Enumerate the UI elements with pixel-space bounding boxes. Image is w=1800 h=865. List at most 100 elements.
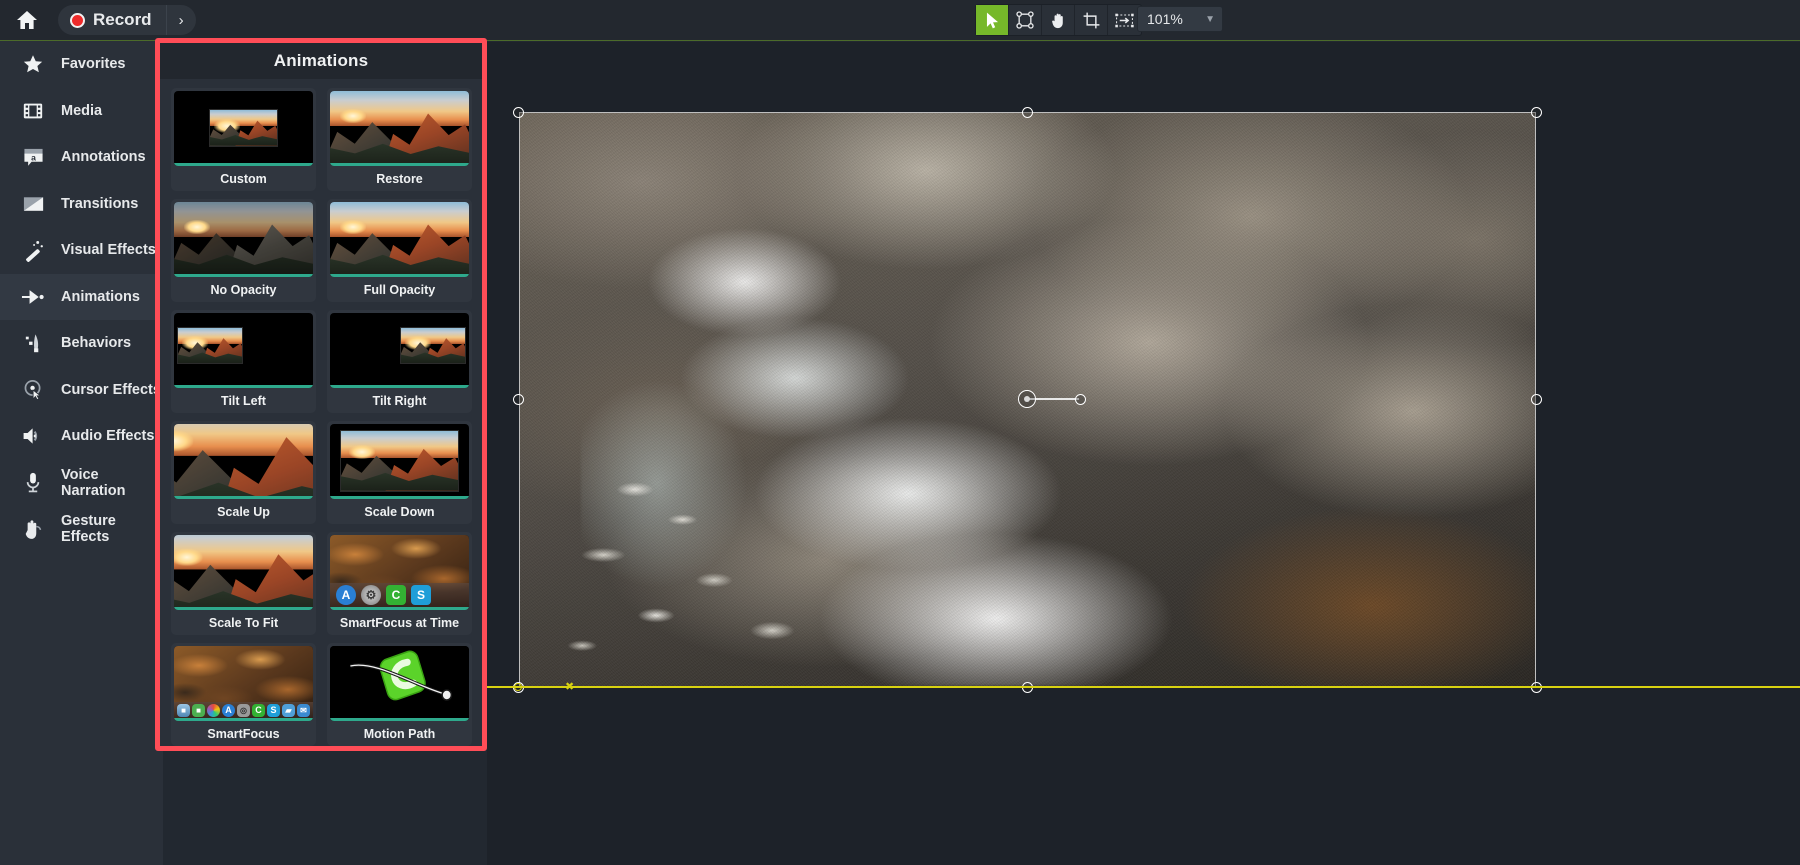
animation-thumb <box>330 424 469 499</box>
animation-thumb: ■ ■ A ◎ C S ▰ ✉ <box>174 646 313 721</box>
handle-middle-right[interactable] <box>1530 393 1542 405</box>
animation-accent-bar <box>330 718 469 721</box>
alignment-guide-horizontal <box>487 686 1800 688</box>
animation-item-smartfocus-at-time[interactable]: A ⚙ C S SmartFocus at Time <box>327 532 472 635</box>
magic-wand-icon <box>16 235 50 265</box>
sidebar-item-annotations[interactable]: a Annotations <box>0 134 163 181</box>
motion-path-artwork <box>330 646 469 721</box>
animation-accent-bar <box>174 607 313 610</box>
mountain-artwork <box>209 110 278 146</box>
animation-item-no-opacity[interactable]: No Opacity <box>171 199 316 302</box>
dock-strip: A ⚙ C S <box>330 583 469 607</box>
animation-item-custom[interactable]: Custom <box>171 88 316 191</box>
dock-strip: ■ ■ A ◎ C S ▰ ✉ <box>174 702 313 718</box>
panel-title-label: Animations <box>273 51 369 70</box>
chevron-right-icon: › <box>178 11 184 29</box>
star-icon <box>16 49 50 79</box>
sidebar-item-audio-effects[interactable]: Audio Effects <box>0 413 163 460</box>
record-button-label: Record <box>93 10 152 29</box>
folder-icon: ▰ <box>282 703 295 717</box>
sidebar-item-gesture-effects[interactable]: Gesture Effects <box>0 506 163 553</box>
animation-label: No Opacity <box>210 282 277 297</box>
animation-item-tilt-left[interactable]: Tilt Left <box>171 310 316 413</box>
animation-label: Custom <box>220 171 267 186</box>
mountain-artwork <box>174 202 313 277</box>
zoom-level-value: 101% <box>1147 11 1183 27</box>
filmstrip-icon <box>16 96 50 126</box>
sidebar-item-transitions[interactable]: Transitions <box>0 181 163 228</box>
record-options-button[interactable]: › <box>165 5 196 35</box>
animation-item-restore[interactable]: Restore <box>327 88 472 191</box>
home-icon <box>17 11 37 29</box>
select-tool[interactable] <box>976 5 1009 35</box>
sidebar-item-favorites[interactable]: Favorites <box>0 41 163 88</box>
animation-accent-bar <box>174 496 313 499</box>
mountain-artwork <box>400 327 466 363</box>
guide-anchor-marker <box>514 683 522 691</box>
animation-label: Restore <box>376 171 423 186</box>
hand-tool[interactable] <box>1042 5 1075 35</box>
sidebar-item-label: Favorites <box>61 56 126 73</box>
animation-label: Scale To Fit <box>208 615 279 630</box>
mail-icon: ✉ <box>297 703 310 717</box>
handle-middle-left[interactable] <box>512 393 524 405</box>
rotation-anchor[interactable] <box>1018 390 1036 408</box>
animation-item-motion-path[interactable]: Motion Path <box>327 643 472 746</box>
animation-thumb <box>174 535 313 610</box>
handle-top-left[interactable] <box>512 106 524 118</box>
sidebar-item-visual-effects[interactable]: Visual Effects <box>0 227 163 274</box>
animation-thumb <box>174 313 313 388</box>
rotation-handle[interactable] <box>1074 393 1086 405</box>
anchor-points-icon <box>1016 11 1034 29</box>
mountain-artwork <box>330 91 469 166</box>
sidebar-item-animations[interactable]: Animations <box>0 273 163 320</box>
animation-accent-bar <box>174 718 313 721</box>
animations-panel: Animations Custom Restore No Opacity Ful… <box>160 43 482 746</box>
record-dot-icon <box>70 12 85 28</box>
animation-item-scale-down[interactable]: Scale Down <box>327 421 472 524</box>
sidebar-item-voice-narration[interactable]: Voice Narration <box>0 460 163 507</box>
system-prefs-icon: ⚙ <box>361 585 381 605</box>
microphone-icon <box>16 468 50 498</box>
animation-item-smartfocus[interactable]: ■ ■ A ◎ C S ▰ ✉ SmartFocus <box>171 643 316 746</box>
handle-top-right[interactable] <box>1530 106 1542 118</box>
messages-icon: ■ <box>192 703 205 717</box>
sidebar-item-behaviors[interactable]: Behaviors <box>0 320 163 367</box>
app-store-icon: A <box>336 585 356 605</box>
arrow-motion-icon <box>16 282 50 312</box>
home-button[interactable] <box>0 0 54 41</box>
animation-label: Tilt Left <box>221 393 266 408</box>
sidebar-item-media[interactable]: Media <box>0 88 163 135</box>
animation-accent-bar <box>330 385 469 388</box>
animation-accent-bar <box>330 607 469 610</box>
sidebar-item-cursor-effects[interactable]: Cursor Effects <box>0 367 163 414</box>
left-sidebar: Favorites Media a Annotations Transition… <box>0 41 163 865</box>
camtasia-icon: C <box>386 585 406 605</box>
sidebar-item-label: Transitions <box>61 195 139 212</box>
panel-title: Animations <box>160 43 482 79</box>
handle-top-center[interactable] <box>1021 106 1033 118</box>
animation-item-tilt-right[interactable]: Tilt Right <box>327 310 472 413</box>
animation-label: Tilt Right <box>372 393 427 408</box>
animation-item-scale-up[interactable]: Scale Up <box>171 421 316 524</box>
edit-points-tool[interactable] <box>1009 5 1042 35</box>
crop-icon <box>1083 12 1099 28</box>
mountain-artwork <box>340 431 459 491</box>
animation-label: Full Opacity <box>363 282 436 297</box>
cursor-arrow-icon <box>986 12 998 28</box>
canvas-tools-group <box>975 4 1142 36</box>
preview-canvas[interactable]: ✖ <box>487 42 1800 865</box>
mountain-artwork <box>174 424 313 499</box>
animation-item-scale-to-fit[interactable]: Scale To Fit <box>171 532 316 635</box>
animation-item-full-opacity[interactable]: Full Opacity <box>327 199 472 302</box>
record-button[interactable]: Record <box>58 5 166 35</box>
animation-thumb <box>330 646 469 721</box>
zoom-level-select[interactable]: 101% ▼ <box>1137 6 1223 32</box>
guide-cross-marker: ✖ <box>565 681 575 693</box>
mini-preview-frame <box>399 326 467 364</box>
chevron-down-icon: ▼ <box>1205 13 1215 25</box>
crop-tool[interactable] <box>1075 5 1108 35</box>
finder-icon: ■ <box>177 703 190 717</box>
camtasia-window: Record › 101% ▼ Favorites Media a Annota… <box>0 0 1800 865</box>
mountain-artwork <box>330 202 469 277</box>
